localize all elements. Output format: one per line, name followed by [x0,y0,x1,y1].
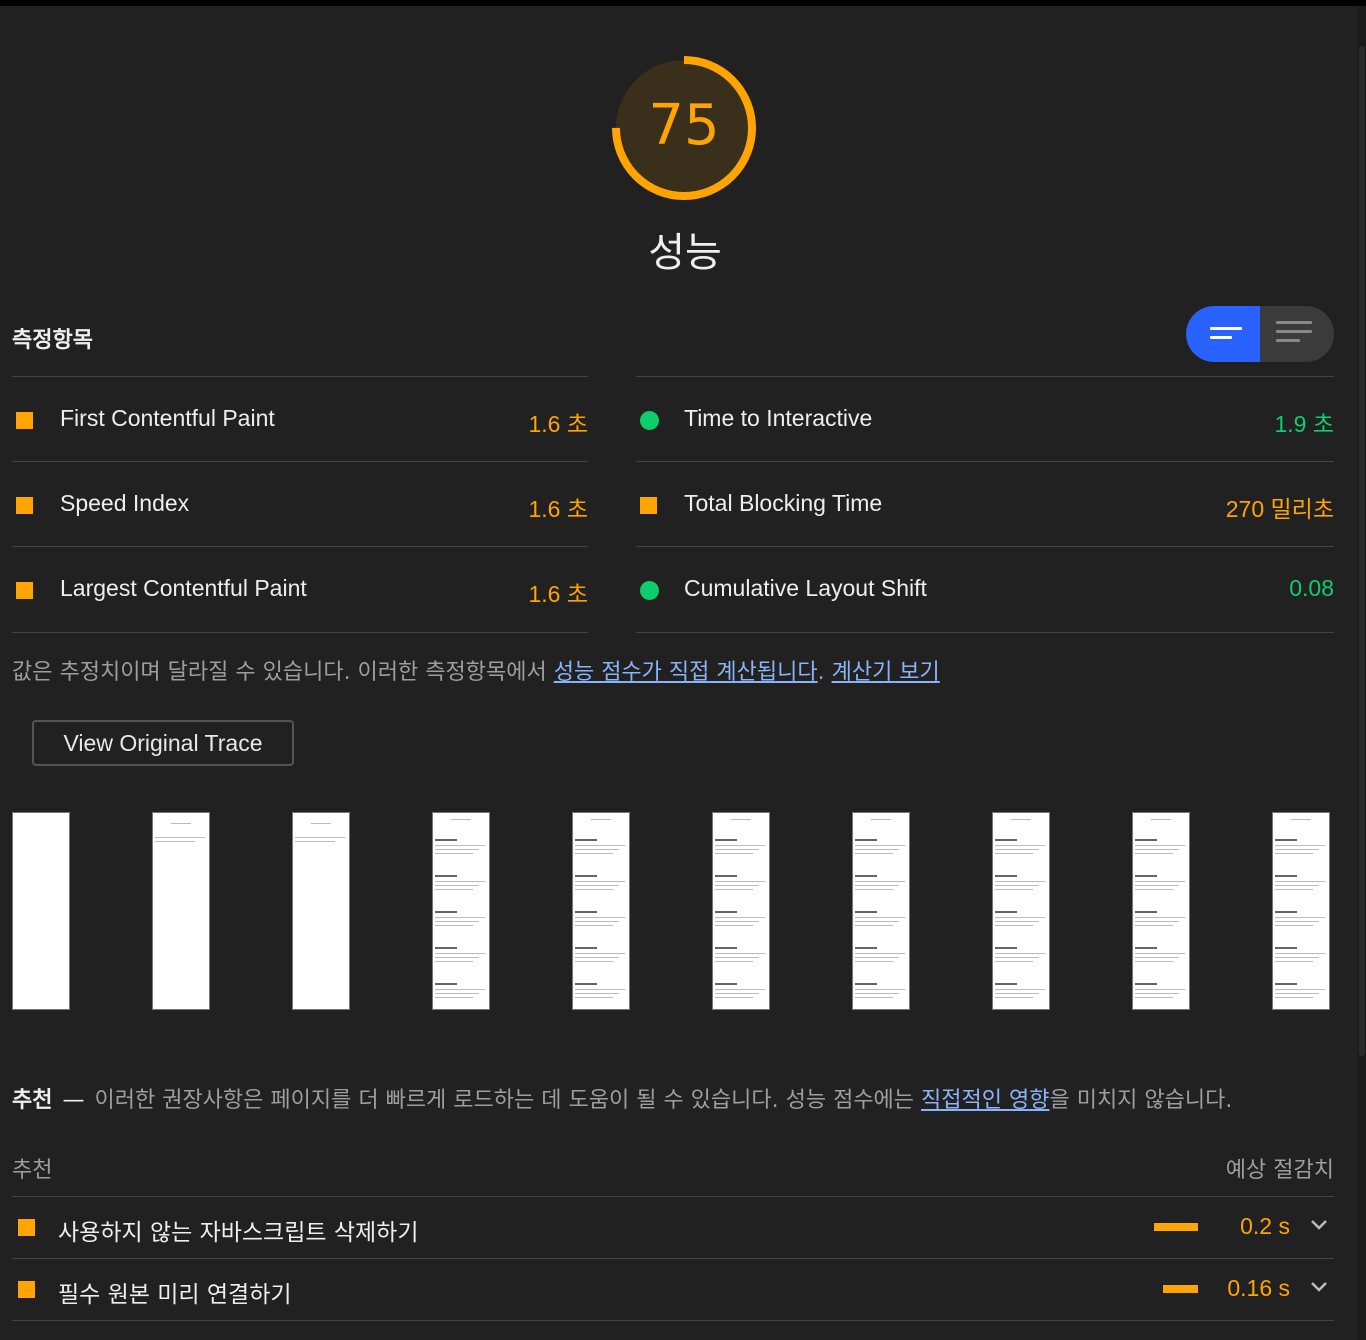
metric-value: 1.9 초 [1274,411,1334,437]
average-square-icon [16,582,33,599]
metric-value: 0.08 [1289,575,1334,601]
opportunities-heading: 추천 [12,1088,53,1113]
filmstrip-frame [292,812,350,1010]
metric-total-blocking-time[interactable]: Total Blocking Time 270 밀리초 [636,461,1334,546]
score-calculation-link[interactable]: 성능 점수가 직접 계산됩니다 [554,660,818,685]
metrics-note: 값은 추정치이며 달라질 수 있습니다. 이러한 측정항목에서 성능 점수가 직… [12,654,940,686]
metric-speed-index[interactable]: Speed Index 1.6 초 [12,461,588,546]
metrics-left-column: First Contentful Paint 1.6 초 Speed Index… [12,376,588,631]
opportunity-unused-javascript[interactable]: 사용하지 않는 자바스크립트 삭제하기 0.2 s [12,1196,1334,1259]
performance-gauge[interactable]: 75 [602,46,766,210]
metric-time-to-interactive[interactable]: Time to Interactive 1.9 초 [636,376,1334,461]
filmstrip-frame [1272,812,1330,1010]
metric-first-contentful-paint[interactable]: First Contentful Paint 1.6 초 [12,376,588,461]
filmstrip-frame [712,812,770,1010]
summary-view-icon [1210,327,1242,345]
filmstrip-frame [432,812,490,1010]
metric-label: Cumulative Layout Shift [684,575,927,601]
toggle-summary-view[interactable] [1186,306,1260,362]
savings-bar [1162,1285,1198,1293]
scrollbar-thumb[interactable] [1359,46,1365,1056]
desc-text: 이러한 권장사항은 페이지를 더 빠르게 로드하는 데 도움이 될 수 있습니다… [94,1088,922,1113]
filmstrip-frame [152,812,210,1010]
view-original-trace-button[interactable]: View Original Trace [32,720,294,766]
pass-circle-icon [640,411,659,430]
metric-largest-contentful-paint[interactable]: Largest Contentful Paint 1.6 초 [12,546,588,631]
column-estimated-savings: 예상 절감치 [1225,1158,1334,1183]
average-square-icon [16,497,33,514]
savings-value: 0.2 s [1240,1213,1290,1239]
heading-dash: — [62,1088,85,1113]
average-square-icon [16,412,33,429]
pass-circle-icon [640,581,659,600]
column-opportunity: 추천 [12,1158,53,1183]
metric-value: 1.6 초 [528,496,588,522]
expanded-view-icon [1276,321,1312,348]
note-text: 값은 추정치이며 달라질 수 있습니다. 이러한 측정항목에서 [12,660,554,685]
filmstrip [12,812,1334,1012]
metric-label: Speed Index [60,490,190,516]
chevron-down-icon[interactable] [1308,1213,1330,1235]
opportunity-label: 필수 원본 미리 연결하기 [58,1282,292,1308]
divider [636,632,1334,633]
average-square-icon [18,1281,35,1298]
filmstrip-frame [992,812,1050,1010]
direct-impact-link[interactable]: 직접적인 영향 [921,1088,1049,1113]
chevron-down-icon[interactable] [1308,1275,1330,1297]
metric-label: Total Blocking Time [684,490,883,516]
metric-value: 270 밀리초 [1225,496,1334,522]
average-square-icon [640,497,657,514]
savings-bar [1154,1223,1198,1231]
toggle-expanded-view[interactable] [1260,306,1334,362]
gauge-title: 성능 [648,230,722,276]
metric-value: 1.6 초 [528,581,588,607]
desc-suffix: 을 미치지 않습니다. [1049,1088,1233,1113]
gauge-score: 75 [648,93,720,158]
note-separator: . [817,660,832,685]
filmstrip-frame [852,812,910,1010]
opportunity-label: 사용하지 않는 자바스크립트 삭제하기 [58,1220,419,1246]
scrollbar[interactable] [1358,6,1366,1340]
metric-label: First Contentful Paint [60,405,275,431]
filmstrip-frame [1132,812,1190,1010]
opportunity-preconnect[interactable]: 필수 원본 미리 연결하기 0.16 s [12,1258,1334,1321]
average-square-icon [18,1219,35,1236]
metric-value: 1.6 초 [528,411,588,437]
savings-value: 0.16 s [1227,1275,1290,1301]
metric-label: Time to Interactive [684,405,873,431]
filmstrip-frame [572,812,630,1010]
opportunities-description: 추천 — 이러한 권장사항은 페이지를 더 빠르게 로드하는 데 도움이 될 수 있… [12,1082,1232,1114]
calculator-link[interactable]: 계산기 보기 [832,660,940,685]
opportunities-header: 추천 예상 절감치 [12,1152,1334,1184]
metrics-right-column: Time to Interactive 1.9 초 Total Blocking… [636,376,1334,631]
metrics-title: 측정항목 [12,328,93,353]
divider [12,1320,1334,1321]
metric-label: Largest Contentful Paint [60,575,307,601]
metric-cumulative-layout-shift[interactable]: Cumulative Layout Shift 0.08 [636,546,1334,631]
divider [12,632,588,633]
metrics-view-toggle[interactable] [1186,306,1334,362]
filmstrip-frame [12,812,70,1010]
